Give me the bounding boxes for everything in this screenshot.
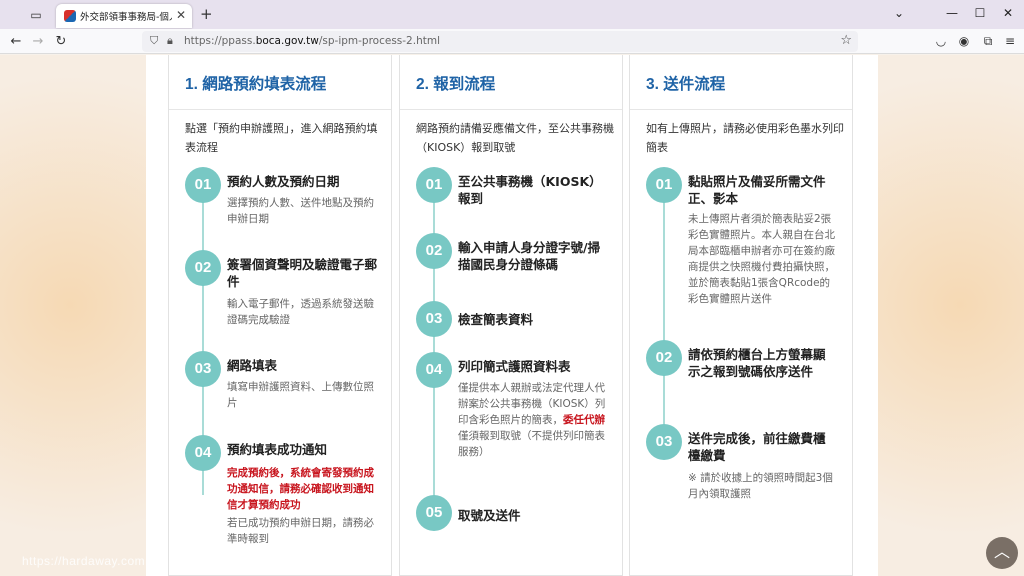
extensions-icon[interactable]: ⧉ — [980, 34, 996, 49]
column-title: 2. 報到流程 — [416, 76, 496, 93]
column-check-in: 2. 報到流程 網路預約請備妥應備文件，至公共事務機（KIOSK）報到取號 01… — [399, 55, 623, 576]
step-title: 簽署個資聲明及驗證電子郵件 — [227, 257, 378, 289]
step-number: 04 — [185, 435, 221, 471]
browser-tab-bar: ▭ 外交部領事事務局-個人申辦護照 ✕ + ⌄ — ☐ ✕ — [0, 0, 1024, 29]
back-to-top-button[interactable]: ︿ — [986, 537, 1018, 569]
step-number: 03 — [416, 301, 452, 337]
menu-icon[interactable]: ≡ — [1002, 34, 1018, 48]
browser-tab[interactable]: 外交部領事事務局-個人申辦護照 ✕ — [56, 4, 192, 28]
step-warning: 完成預約後，系統會寄發預約成功通知信，請務必確認收到通知信才算預約成功 — [227, 467, 374, 511]
step-number: 02 — [185, 250, 221, 286]
column-intro: 如有上傳照片，請務必使用彩色墨水列印簡表 — [646, 122, 844, 154]
step-desc: 輸入電子郵件，透過系統發送驗證碼完成驗證 — [227, 298, 374, 326]
step-desc: 填寫申辦護照資料、上傳數位照片 — [227, 381, 374, 409]
address-bar[interactable]: ⛉ 🔒︎ https://ppass.boca.gov.tw/sp-ipm-pr… — [142, 31, 858, 52]
new-tab-icon[interactable]: + — [200, 5, 213, 23]
step-title: 預約人數及預約日期 — [227, 174, 340, 189]
step-number: 04 — [416, 352, 452, 388]
column-intro: 網路預約請備妥應備文件，至公共事務機（KIOSK）報到取號 — [416, 122, 614, 154]
url-text[interactable]: https://ppass.boca.gov.tw/sp-ipm-process… — [184, 35, 440, 47]
step-number: 03 — [646, 424, 682, 460]
close-window-icon[interactable]: ✕ — [1000, 6, 1016, 20]
minimize-icon[interactable]: — — [944, 6, 960, 20]
reload-icon[interactable]: ↻ — [53, 34, 69, 50]
step-title: 取號及送件 — [458, 508, 521, 523]
tab-title: 外交部領事事務局-個人申辦護照 — [80, 12, 172, 23]
step-number: 01 — [646, 167, 682, 203]
column-title: 3. 送件流程 — [646, 76, 726, 93]
column-intro: 點選「預約申辦護照」，進入網路預約填表流程 — [185, 122, 378, 154]
page-content: 1. 網路預約填表流程 點選「預約申辦護照」，進入網路預約填表流程 01 預約人… — [0, 55, 1024, 576]
step-number: 05 — [416, 495, 452, 531]
forward-icon[interactable]: → — [30, 34, 46, 50]
step-title: 請依預約櫃台上方螢幕顯示之報到號碼依序送件 — [688, 347, 826, 379]
step-title: 預約填表成功通知 — [227, 442, 328, 457]
step-desc: 若已成功預約申辦日期，請務必準時報到 — [227, 517, 374, 545]
step-title: 網路填表 — [227, 358, 278, 373]
back-icon[interactable]: ← — [8, 34, 24, 50]
step-title: 輸入申請人身分證字號/掃描國民身分證條碼 — [458, 240, 601, 272]
column-title: 1. 網路預約填表流程 — [185, 76, 327, 93]
step-desc: ※ 請於收據上的領照時間起3個月內領取護照 — [688, 472, 833, 500]
column-submission: 3. 送件流程 如有上傳照片，請務必使用彩色墨水列印簡表 01 黏貼照片及備妥所… — [629, 55, 853, 576]
watermark-text: https://hardaway.com — [22, 554, 146, 568]
step-desc: 選擇預約人數、送件地點及預約申辦日期 — [227, 197, 374, 225]
step-desc: 未上傳照片者須於簡表貼妥2張彩色實體照片。本人親自在台北局本部臨櫃申辦者亦可在簽… — [688, 213, 835, 305]
step-title: 列印簡式護照資料表 — [458, 359, 571, 374]
account-icon[interactable]: ◉ — [956, 34, 972, 48]
close-tab-icon[interactable]: ✕ — [176, 8, 186, 22]
step-title: 送件完成後，前往繳費櫃檯繳費 — [688, 431, 826, 463]
step-number: 03 — [185, 351, 221, 387]
step-title: 檢查簡表資料 — [458, 312, 534, 327]
column-online-reservation: 1. 網路預約填表流程 點選「預約申辦護照」，進入網路預約填表流程 01 預約人… — [168, 55, 392, 576]
step-number: 02 — [416, 233, 452, 269]
step-highlight: 委任代辦 — [563, 414, 605, 426]
content-sheet: 1. 網路預約填表流程 點選「預約申辦護照」，進入網路預約填表流程 01 預約人… — [146, 55, 878, 576]
timeline-line — [663, 195, 665, 455]
step-title: 黏貼照片及備妥所需文件正、影本 — [688, 174, 826, 206]
shield-icon[interactable]: ⛉ — [150, 34, 158, 48]
lock-icon[interactable]: 🔒︎ — [167, 34, 173, 48]
step-desc: 僅提供本人親辦或法定代理人代辦案於公共事務機（KIOSK）列印含彩色照片的簡表，… — [458, 382, 606, 458]
browser-nav-bar: ← → ↻ ⛉ 🔒︎ https://ppass.boca.gov.tw/sp-… — [0, 29, 1024, 54]
pocket-icon[interactable]: ◡ — [933, 34, 949, 48]
step-number: 02 — [646, 340, 682, 376]
site-favicon-icon — [64, 10, 76, 22]
step-title: 至公共事務機（KIOSK）報到 — [458, 174, 602, 206]
step-number: 01 — [185, 167, 221, 203]
bookmark-star-icon[interactable]: ☆ — [840, 33, 852, 48]
step-number: 01 — [416, 167, 452, 203]
maximize-icon[interactable]: ☐ — [972, 6, 988, 20]
tab-overflow-chevron-icon[interactable]: ⌄ — [891, 6, 907, 20]
tab-list-icon[interactable]: ▭ — [28, 7, 44, 23]
